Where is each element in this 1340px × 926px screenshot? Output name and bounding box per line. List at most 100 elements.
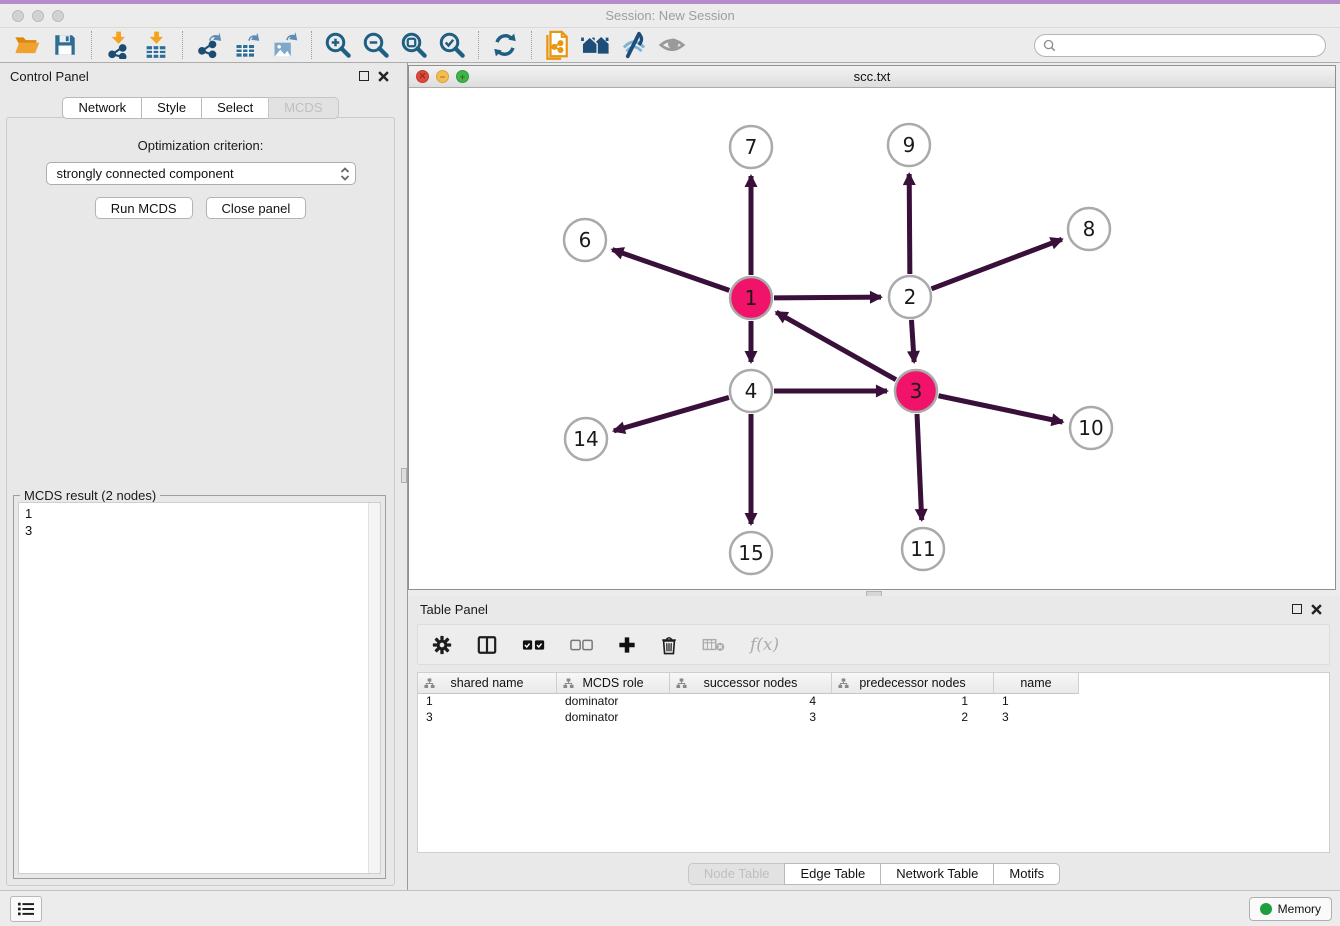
close-panel-icon[interactable] <box>378 71 389 82</box>
memory-status-dot <box>1260 903 1272 915</box>
edge-2-to-8[interactable] <box>932 239 1062 289</box>
folder-open-icon <box>13 31 41 59</box>
zoom-selected-button[interactable] <box>433 30 471 61</box>
new-network-from-selection-button[interactable] <box>539 30 577 61</box>
first-neighbors-button[interactable] <box>577 30 615 61</box>
search-input[interactable] <box>1061 38 1317 52</box>
network-graph[interactable]: 7 9 6 8 1 2 4 3 14 10 15 11 <box>409 89 1335 589</box>
graph-node-15[interactable]: 15 <box>730 532 772 574</box>
graph-node-10[interactable]: 10 <box>1070 407 1112 449</box>
column-header-predecessor-nodes[interactable]: predecessor nodes <box>832 673 994 694</box>
tab-select[interactable]: Select <box>201 97 268 119</box>
checked-boxes-icon <box>522 639 546 651</box>
tab-edge-table[interactable]: Edge Table <box>784 863 880 885</box>
table-cell[interactable]: 3 <box>670 710 832 726</box>
close-panel-icon[interactable] <box>1311 604 1322 615</box>
graph-node-4[interactable]: 4 <box>730 370 772 412</box>
delete-column-button[interactable] <box>660 635 678 655</box>
edge-1-to-2[interactable] <box>774 297 881 298</box>
graph-node-1[interactable]: 1 <box>730 277 772 319</box>
import-network-button[interactable] <box>99 30 137 61</box>
node-label: 8 <box>1083 217 1096 241</box>
table-panel-title: Table Panel <box>420 602 488 617</box>
mcds-result-box[interactable]: 13 <box>18 502 381 874</box>
close-panel-button[interactable]: Close panel <box>206 197 307 219</box>
table-cell[interactable]: 1 <box>832 694 994 710</box>
tab-style[interactable]: Style <box>141 97 201 119</box>
network-window-title: scc.txt <box>409 69 1335 84</box>
zoom-out-button[interactable] <box>357 30 395 61</box>
column-header-name[interactable]: name <box>994 673 1079 694</box>
result-scrollbar[interactable] <box>368 503 380 873</box>
float-panel-icon[interactable] <box>1292 604 1302 614</box>
table-cell[interactable]: 2 <box>832 710 994 726</box>
vertical-splitter[interactable] <box>401 63 408 890</box>
zoom-fit-button[interactable] <box>395 30 433 61</box>
show-graphics-details-button[interactable] <box>615 30 653 61</box>
edge-4-to-14[interactable] <box>614 397 729 430</box>
criterion-select[interactable]: strongly connected component <box>46 162 356 185</box>
graph-node-3[interactable]: 3 <box>895 370 937 412</box>
table-tabs: Node TableEdge TableNetwork TableMotifs <box>408 855 1340 885</box>
table-cell[interactable]: 1 <box>994 694 1079 710</box>
graph-node-7[interactable]: 7 <box>730 126 772 168</box>
edge-1-to-6[interactable] <box>612 250 729 291</box>
unselect-all-columns-button[interactable] <box>570 639 594 651</box>
create-column-button[interactable] <box>618 636 636 654</box>
show-column-panel-button[interactable] <box>476 635 498 655</box>
table-cell[interactable]: 3 <box>418 710 557 726</box>
table-cell[interactable]: 3 <box>994 710 1079 726</box>
tab-network[interactable]: Network <box>62 97 141 119</box>
result-line: 3 <box>25 522 374 539</box>
graph-node-8[interactable]: 8 <box>1068 208 1110 250</box>
birds-eye-view-button[interactable] <box>653 30 691 61</box>
column-header-shared-name[interactable]: shared name <box>418 673 557 694</box>
splitter-handle[interactable] <box>401 468 407 483</box>
show-task-history-button[interactable] <box>10 896 42 922</box>
graph-node-2[interactable]: 2 <box>889 276 931 318</box>
export-network-button[interactable] <box>190 30 228 61</box>
table-cell[interactable]: dominator <box>557 710 670 726</box>
graph-node-9[interactable]: 9 <box>888 124 930 166</box>
table-row[interactable]: 1dominator411 <box>418 694 1329 710</box>
table-settings-button[interactable] <box>432 635 452 655</box>
tab-node-table[interactable]: Node Table <box>688 863 785 885</box>
graph-node-6[interactable]: 6 <box>564 219 606 261</box>
column-header-MCDS-role[interactable]: MCDS role <box>557 673 670 694</box>
tab-motifs[interactable]: Motifs <box>993 863 1060 885</box>
tab-network-table[interactable]: Network Table <box>880 863 993 885</box>
export-table-button[interactable] <box>228 30 266 61</box>
graph-node-11[interactable]: 11 <box>902 528 944 570</box>
table-cell[interactable]: 1 <box>418 694 557 710</box>
open-session-button[interactable] <box>8 30 46 61</box>
graph-node-14[interactable]: 14 <box>565 418 607 460</box>
network-canvas[interactable]: 7 9 6 8 1 2 4 3 14 10 15 11 <box>409 89 1335 589</box>
edge-3-to-1[interactable] <box>776 312 896 379</box>
float-panel-icon[interactable] <box>359 71 369 81</box>
import-network-icon <box>104 31 132 59</box>
edge-3-to-11[interactable] <box>917 414 922 520</box>
table-row[interactable]: 3dominator323 <box>418 710 1329 726</box>
edge-2-to-9[interactable] <box>909 174 910 274</box>
table-cell[interactable]: dominator <box>557 694 670 710</box>
search-box[interactable] <box>1034 34 1326 57</box>
select-all-columns-button[interactable] <box>522 639 546 651</box>
mcds-panel: Optimization criterion: strongly connect… <box>6 117 395 886</box>
columns-icon <box>476 635 498 655</box>
export-image-button[interactable] <box>266 30 304 61</box>
column-header-successor-nodes[interactable]: successor nodes <box>670 673 832 694</box>
import-table-button[interactable] <box>137 30 175 61</box>
main-area: Control Panel NetworkStyleSelectMCDS Opt… <box>0 63 1340 890</box>
edge-3-to-10[interactable] <box>939 396 1063 422</box>
table-header-row: shared nameMCDS rolesuccessor nodesprede… <box>418 673 1329 694</box>
table-cell[interactable]: 4 <box>670 694 832 710</box>
edge-2-to-3[interactable] <box>911 320 914 362</box>
tab-mcds[interactable]: MCDS <box>268 97 338 119</box>
memory-button[interactable]: Memory <box>1249 897 1332 921</box>
zoom-in-button[interactable] <box>319 30 357 61</box>
save-session-button[interactable] <box>46 30 84 61</box>
apply-layout-button[interactable] <box>486 30 524 61</box>
trash-icon <box>660 635 678 655</box>
network-window-titlebar[interactable]: ✕ − + scc.txt <box>409 66 1335 88</box>
run-mcds-button[interactable]: Run MCDS <box>95 197 193 219</box>
